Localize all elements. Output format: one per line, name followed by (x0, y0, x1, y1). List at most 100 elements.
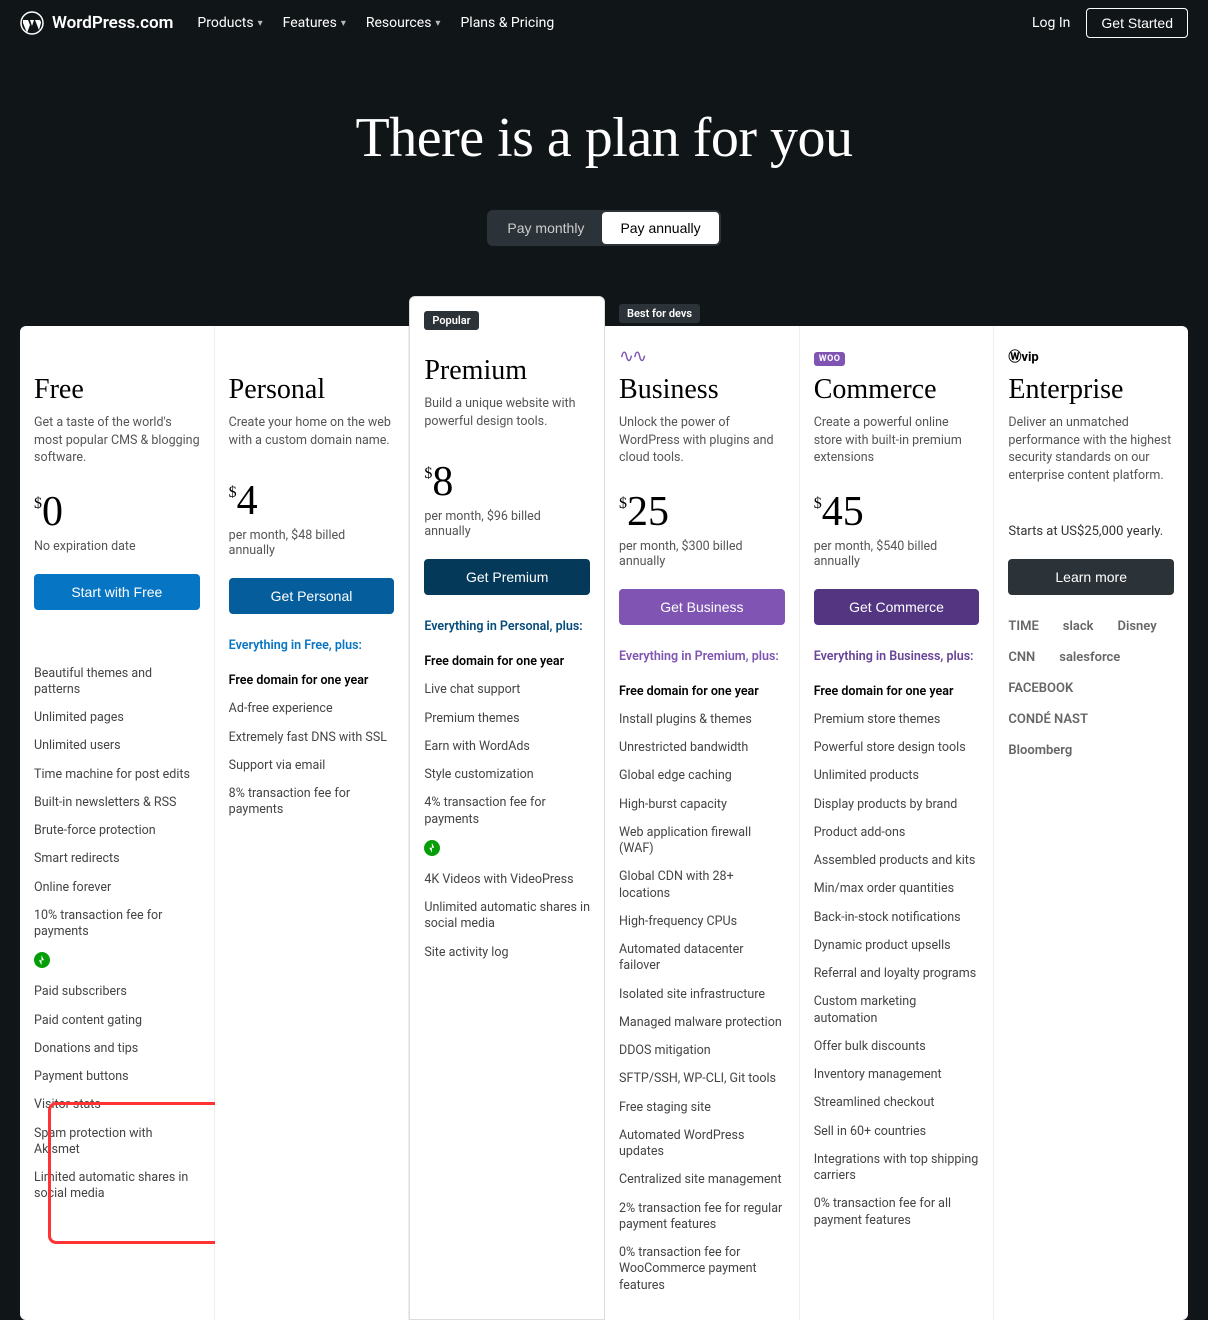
feature-item: Limited automatic shares in social media (34, 1164, 200, 1209)
toggle-monthly[interactable]: Pay monthly (489, 212, 602, 244)
jetpack-icon (424, 840, 440, 856)
feature-item: Spam protection with Akismet (34, 1120, 200, 1165)
billing-toggle: Pay monthly Pay annually (487, 210, 720, 246)
price-note: per month, $300 billed annually (619, 539, 785, 569)
logo-item: salesforce (1059, 650, 1120, 665)
cta-premium[interactable]: Get Premium (424, 559, 590, 595)
wordpress-icon (20, 11, 44, 35)
plan-desc: Create your home on the web with a custo… (229, 414, 395, 456)
feature-item: Earn with WordAds (424, 733, 590, 761)
feature-item: Centralized site management (619, 1166, 785, 1194)
feature-list: Free domain for one year (229, 667, 395, 695)
get-started-button[interactable]: Get Started (1086, 8, 1188, 38)
cta-free[interactable]: Start with Free (34, 574, 200, 610)
price-note: per month, $48 billed annually (229, 528, 395, 558)
feature-item: Time machine for post edits (34, 761, 200, 789)
logo-item: CONDÉ NAST (1008, 712, 1088, 727)
feature-item: Inventory management (814, 1061, 980, 1089)
feature-item: 4% transaction fee for payments (424, 789, 590, 834)
feature-item: Paid subscribers (34, 978, 200, 1006)
chevron-down-icon: ▾ (341, 18, 346, 29)
feature-item: Smart redirects (34, 845, 200, 873)
header: WordPress.com Products▾ Features▾ Resour… (0, 0, 1208, 46)
feature-item: 2% transaction fee for regular payment f… (619, 1195, 785, 1240)
feature-item: 10% transaction fee for payments (34, 902, 200, 947)
plan-desc: Unlock the power of WordPress with plugi… (619, 414, 785, 467)
feature-item: Unrestricted bandwidth (619, 734, 785, 762)
feature-item: Unlimited products (814, 762, 980, 790)
plan-enterprise: Ⓦvip Enterprise Deliver an unmatched per… (994, 326, 1188, 1320)
feature-item: Visitor stats (34, 1091, 200, 1119)
plan-name: Personal (229, 374, 395, 406)
nav-features[interactable]: Features▾ (283, 15, 346, 31)
plan-price: $4 (229, 480, 395, 522)
toggle-annually[interactable]: Pay annually (602, 212, 718, 244)
feature-list: Beautiful themes and patternsUnlimited p… (34, 660, 200, 947)
feature-item: High-burst capacity (619, 791, 785, 819)
plan-desc: Deliver an unmatched performance with th… (1008, 414, 1174, 484)
nav-products[interactable]: Products▾ (197, 15, 262, 31)
feature-item: Offer bulk discounts (814, 1033, 980, 1061)
feature-item: Paid content gating (34, 1007, 200, 1035)
nav-plans[interactable]: Plans & Pricing (460, 15, 554, 31)
page-title: There is a plan for you (20, 106, 1188, 170)
feature-list-jet: Paid subscribersPaid content gatingDonat… (34, 978, 200, 1208)
cta-personal[interactable]: Get Personal (229, 578, 395, 614)
logo-item: TIME (1008, 619, 1038, 634)
cta-enterprise[interactable]: Learn more (1008, 559, 1174, 595)
feature-item: Brute-force protection (34, 817, 200, 845)
plan-free: Free Get a taste of the world's most pop… (20, 326, 215, 1320)
feature-item: Online forever (34, 874, 200, 902)
cta-business[interactable]: Get Business (619, 589, 785, 625)
customer-logos: TIMEslackDisneyCNNsalesforceFACEBOOKCOND… (1008, 619, 1174, 758)
feature-item: Back-in-stock notifications (814, 904, 980, 932)
feature-item: Ad-free experience (229, 695, 395, 723)
everything-label: Everything in Personal, plus: (424, 619, 590, 634)
everything-label: Everything in Free, plus: (229, 638, 395, 653)
login-link[interactable]: Log In (1032, 15, 1070, 31)
cta-commerce[interactable]: Get Commerce (814, 589, 980, 625)
feature-item: Support via email (229, 752, 395, 780)
plans-grid: Free Get a taste of the world's most pop… (20, 326, 1188, 1320)
logo-item: Bloomberg (1008, 743, 1072, 758)
plan-name: Free (34, 374, 200, 406)
feature-item: 0% transaction fee for all payment featu… (814, 1190, 980, 1235)
feature-item: Dynamic product upsells (814, 932, 980, 960)
feature-item: Assembled products and kits (814, 847, 980, 875)
feature-item: Streamlined checkout (814, 1089, 980, 1117)
feature-item: Sell in 60+ countries (814, 1118, 980, 1146)
feature-item: High-frequency CPUs (619, 908, 785, 936)
feature-item: Global CDN with 28+ locations (619, 863, 785, 908)
everything-label: Everything in Business, plus: (814, 649, 980, 664)
logo-item: CNN (1008, 650, 1035, 665)
plan-business: Best for devs ∿∿ Business Unlock the pow… (605, 326, 800, 1320)
feature-item: Style customization (424, 761, 590, 789)
feature-item: Premium store themes (814, 706, 980, 734)
logo-item: slack (1063, 619, 1094, 634)
feature-item: Unlimited automatic shares in social med… (424, 894, 590, 939)
feature-item: Premium themes (424, 705, 590, 733)
plan-price: $8 (424, 461, 590, 503)
feature-item: Site activity log (424, 939, 590, 967)
main-nav: Products▾ Features▾ Resources▾ Plans & P… (197, 15, 1008, 31)
price-note: No expiration date (34, 539, 200, 554)
feature-item: DDOS mitigation (619, 1037, 785, 1065)
brand-text: WordPress.com (52, 13, 173, 33)
everything-label: Everything in Premium, plus: (619, 649, 785, 664)
feature-item: Payment buttons (34, 1063, 200, 1091)
feature-item: Integrations with top shipping carriers (814, 1146, 980, 1191)
logo[interactable]: WordPress.com (20, 11, 173, 35)
plan-desc: Create a powerful online store with buil… (814, 414, 980, 467)
feature-item: Built-in newsletters & RSS (34, 789, 200, 817)
feature-item: Web application firewall (WAF) (619, 819, 785, 864)
nav-resources[interactable]: Resources▾ (366, 15, 441, 31)
logo-item: FACEBOOK (1008, 681, 1073, 696)
feature-item: 0% transaction fee for WooCommerce payme… (619, 1239, 785, 1300)
plan-desc: Build a unique website with powerful des… (424, 395, 590, 437)
feature-item: Unlimited pages (34, 704, 200, 732)
feature-item: Beautiful themes and patterns (34, 660, 200, 705)
feature-item: Isolated site infrastructure (619, 981, 785, 1009)
plan-commerce: WOO Commerce Create a powerful online st… (800, 326, 995, 1320)
feature-item: Install plugins & themes (619, 706, 785, 734)
chevron-down-icon: ▾ (258, 18, 263, 29)
